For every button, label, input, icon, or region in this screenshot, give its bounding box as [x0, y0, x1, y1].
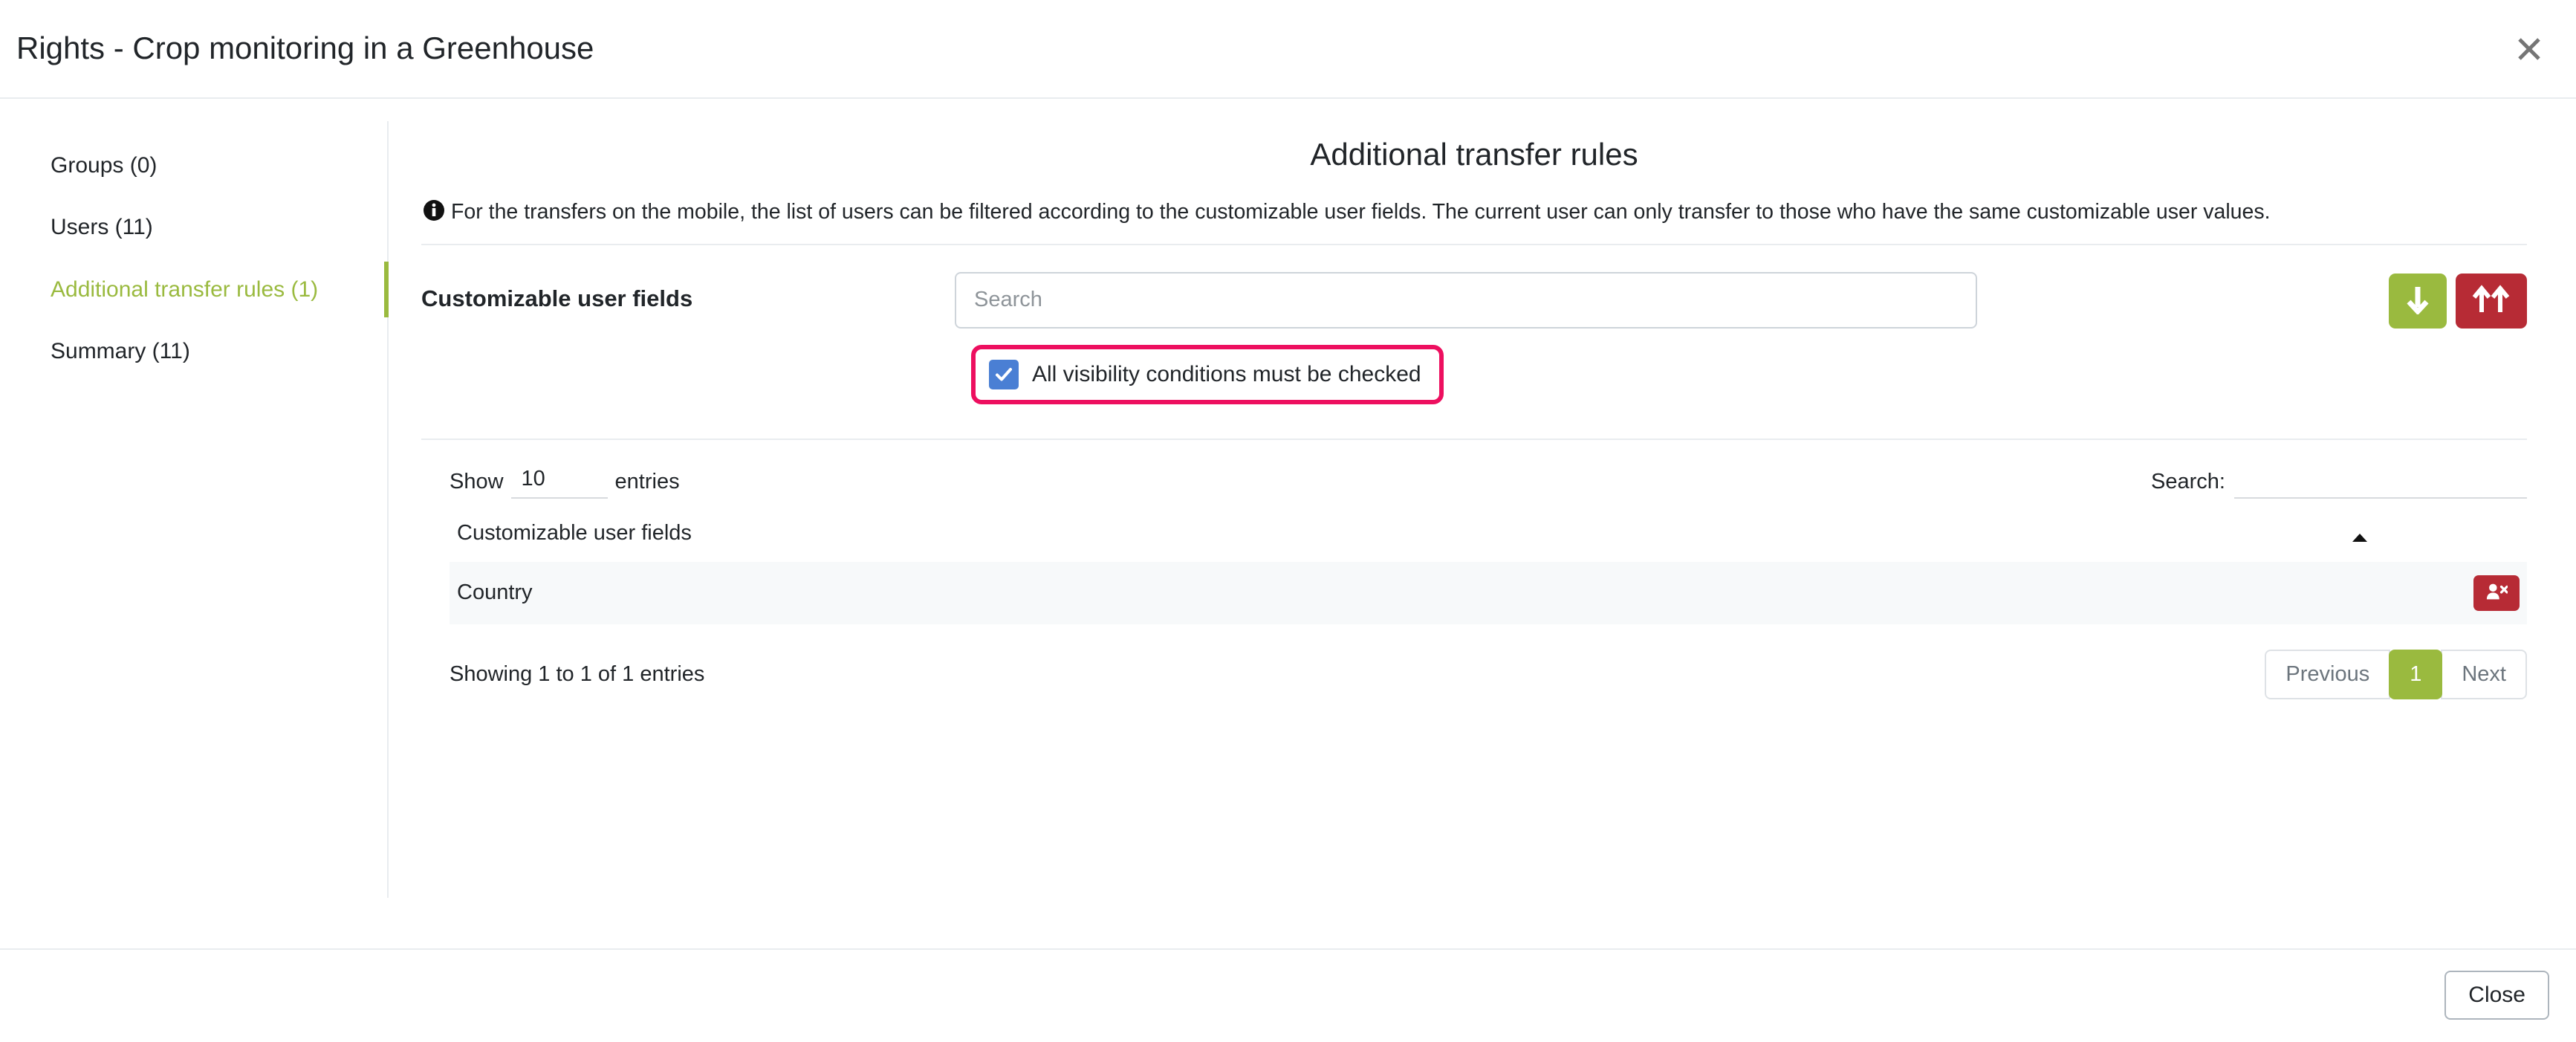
all-visibility-conditions-label: All visibility conditions must be checke… [1032, 361, 1421, 386]
sidebar-item-additional-transfer-rules[interactable]: Additional transfer rules (1) [0, 259, 389, 320]
rights-modal: Rights - Crop monitoring in a Greenhouse… [0, 0, 2576, 1042]
section-title: Additional transfer rules [1310, 137, 1638, 172]
remove-field-button[interactable] [2473, 575, 2520, 611]
info-message-text: For the transfers on the mobile, the lis… [451, 200, 2271, 224]
double-arrow-up-icon [2472, 285, 2511, 317]
table-header-row: Customizable user fields [450, 511, 2527, 562]
close-icon[interactable] [2509, 29, 2549, 69]
close-button[interactable]: Close [2444, 971, 2549, 1020]
arrow-down-icon [2405, 285, 2430, 317]
pagination: Previous 1 Next [2265, 649, 2527, 699]
sidebar-item-label: Additional transfer rules (1) [51, 276, 319, 302]
pagination-next[interactable]: Next [2441, 649, 2527, 699]
datatable-info: Showing 1 to 1 of 1 entries [450, 661, 705, 686]
sidebar-item-groups[interactable]: Groups (0) [0, 135, 389, 196]
all-visibility-conditions-checkbox[interactable] [989, 359, 1019, 389]
datatable: Customizable user fields Country [450, 511, 2527, 624]
active-indicator [384, 261, 389, 318]
page-length-control: Show 10 entries [450, 465, 680, 499]
customizable-user-fields-label: Customizable user fields [421, 285, 693, 311]
pagination-previous[interactable]: Previous [2265, 649, 2391, 699]
page-length-select[interactable]: 10 [510, 465, 608, 499]
fields-datatable: Show 10 entries Search: Customizable use… [421, 440, 2527, 699]
sidebar-item-label: Users (11) [51, 215, 153, 240]
page-length-suffix: entries [614, 469, 680, 494]
sidebar-item-summary[interactable]: Summary (11) [0, 320, 389, 382]
pagination-page-1[interactable]: 1 [2389, 649, 2443, 699]
search-input[interactable] [955, 271, 1977, 329]
modal-footer: Close [0, 948, 2576, 1042]
field-controls: All visibility conditions must be checke… [955, 271, 2347, 404]
datatable-body: Country [450, 561, 2527, 624]
column-header-actions [2466, 511, 2527, 562]
cell-actions [2466, 561, 2527, 624]
column-header-label: Customizable user fields [457, 520, 692, 545]
sidebar-item-users[interactable]: Users (11) [0, 196, 389, 258]
info-message: For the transfers on the mobile, the lis… [421, 197, 2527, 227]
column-header-customizable-user-fields[interactable]: Customizable user fields [450, 511, 2466, 562]
cell-field-name: Country [450, 561, 2466, 624]
info-circle-icon [423, 199, 445, 221]
all-visibility-conditions-highlight: All visibility conditions must be checke… [971, 344, 1444, 404]
user-remove-icon [2485, 582, 2508, 603]
sidebar-item-label: Groups (0) [51, 153, 158, 178]
datatable-controls: Show 10 entries Search: [450, 440, 2527, 511]
modal-body: Groups (0) Users (11) Additional transfe… [0, 99, 2576, 948]
modal-header: Rights - Crop monitoring in a Greenhouse [0, 0, 2576, 99]
sidebar-item-label: Summary (11) [51, 339, 190, 364]
datatable-head: Customizable user fields [450, 511, 2527, 562]
caret-up-icon [2350, 525, 2369, 550]
page-title: Rights - Crop monitoring in a Greenhouse [16, 30, 594, 66]
datatable-footer: Showing 1 to 1 of 1 entries Previous 1 N… [450, 624, 2527, 699]
remove-all-fields-button[interactable] [2456, 273, 2527, 329]
customizable-user-fields-row: Customizable user fields All visibility … [421, 245, 2527, 404]
table-search-control: Search: [2151, 465, 2527, 499]
table-search-label: Search: [2151, 469, 2225, 494]
table-search-input[interactable] [2234, 465, 2527, 499]
sidebar: Groups (0) Users (11) Additional transfe… [0, 99, 389, 948]
table-row: Country [450, 561, 2527, 624]
add-field-button[interactable] [2389, 273, 2447, 329]
page-length-prefix: Show [450, 469, 504, 494]
field-action-buttons [2389, 272, 2527, 329]
content-panel: Additional transfer rules For the transf… [389, 99, 2576, 948]
